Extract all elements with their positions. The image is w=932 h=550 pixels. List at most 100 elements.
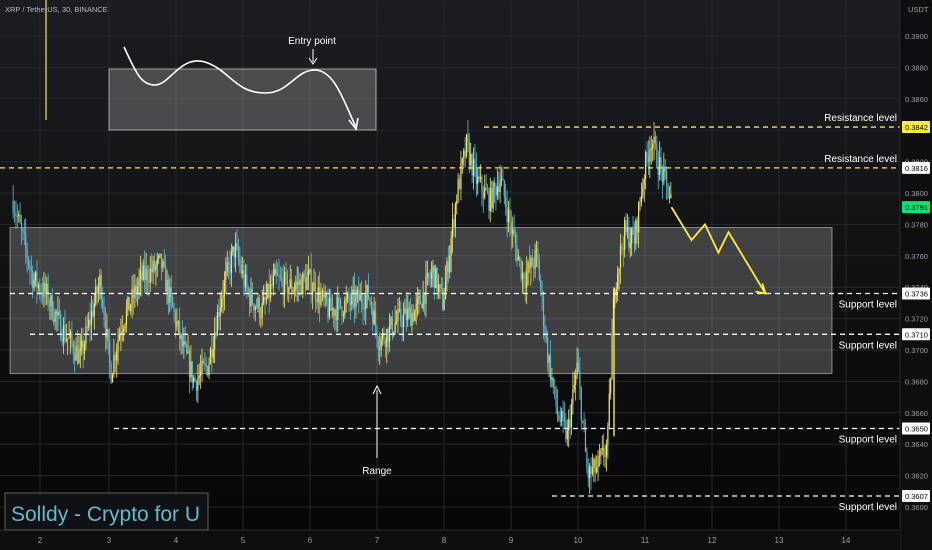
candle-body — [279, 276, 282, 278]
candle-body — [461, 158, 463, 164]
candle-body — [233, 246, 235, 258]
candle-body — [165, 265, 167, 292]
candle-body — [509, 209, 511, 223]
candle-body — [498, 186, 500, 193]
candle-body — [488, 191, 490, 212]
candle-body — [352, 289, 354, 293]
candle-body — [330, 298, 332, 311]
candle-body — [447, 261, 449, 273]
candle-body — [363, 309, 365, 310]
candle-body — [524, 286, 526, 288]
candle-body — [202, 360, 205, 364]
candle-body — [229, 264, 231, 274]
candle-body — [472, 158, 475, 176]
candle-body — [408, 307, 410, 310]
candle — [128, 296, 130, 311]
candle-body — [566, 430, 568, 440]
chart-stage: Entry point Resistance level Resistance le… — [0, 0, 932, 550]
candle-body — [151, 268, 153, 273]
candle-body — [197, 378, 199, 391]
candle-body — [256, 306, 258, 308]
candle-body — [502, 178, 504, 181]
candle-body — [338, 297, 340, 299]
candle-body — [388, 324, 391, 342]
candle-body — [481, 176, 483, 192]
candle-body — [20, 222, 23, 229]
candle-body — [82, 340, 84, 354]
candle-body — [597, 456, 599, 468]
candle-body — [36, 271, 38, 288]
time-tick-label: 2 — [38, 536, 43, 545]
candle-body — [485, 187, 487, 191]
candle-body — [155, 265, 157, 271]
candle-body — [565, 421, 567, 440]
candle-body — [53, 318, 55, 323]
candle-body — [586, 451, 588, 469]
candle-body — [450, 237, 452, 256]
candle-body — [25, 233, 27, 248]
candle-body — [542, 295, 545, 326]
candle-body — [62, 325, 65, 343]
candle-body — [639, 201, 641, 203]
candle-body — [71, 332, 73, 344]
candle — [667, 183, 669, 200]
candle-body — [656, 142, 658, 168]
candle-body — [33, 280, 35, 289]
candle-body — [477, 176, 479, 184]
candle-body — [535, 249, 538, 251]
price-tick-label: 0.3800 — [905, 189, 928, 198]
candle-body — [495, 186, 497, 196]
candle-body — [268, 283, 270, 298]
candle-body — [437, 284, 440, 292]
candle-body — [667, 183, 669, 199]
candle-body — [298, 281, 300, 286]
candle — [414, 309, 416, 322]
price-tag-label: 0.3791 — [905, 203, 928, 212]
candle-body — [327, 303, 329, 318]
candle-body — [369, 298, 371, 302]
candle-body — [526, 272, 528, 288]
candle-body — [645, 152, 647, 179]
candle-body — [162, 261, 164, 269]
candle-body — [425, 276, 427, 304]
candle-body — [370, 301, 372, 309]
candle-body — [646, 152, 648, 157]
price-chart[interactable]: Entry point Resistance level Resistance le… — [0, 0, 932, 550]
candle-body — [263, 296, 265, 304]
candle — [465, 133, 468, 159]
candle-body — [223, 279, 226, 296]
candle-body — [111, 374, 114, 383]
candle-body — [97, 286, 100, 294]
candle-body — [310, 269, 312, 295]
price-tick-label: 0.3780 — [905, 220, 928, 229]
candle-body — [562, 411, 564, 417]
candle-body — [344, 300, 346, 315]
price-tag-label: 0.3816 — [905, 164, 928, 173]
candle-body — [625, 220, 627, 232]
candle-body — [415, 303, 417, 311]
price-tick-label: 0.3760 — [905, 252, 928, 261]
candle-body — [186, 344, 188, 353]
candle-body — [121, 331, 123, 333]
candle-body — [103, 307, 105, 321]
candle-body — [96, 286, 98, 294]
price-axis-unit: USDT — [908, 5, 929, 14]
candle-body — [521, 273, 524, 280]
candle-body — [146, 269, 149, 282]
candle-body — [265, 297, 268, 300]
support-label-2: Support level — [839, 340, 897, 351]
price-tag: 0.3842 — [902, 121, 930, 134]
candle-body — [500, 178, 503, 181]
symbol-header: XRP / TetherUS, 30, BINANCE — [5, 5, 108, 14]
candle-body — [89, 319, 91, 325]
candle-body — [207, 366, 209, 376]
resistance-label-1: Resistance level — [824, 113, 897, 124]
candle-body — [577, 362, 580, 372]
time-axis-panel — [0, 530, 900, 550]
candle-body — [270, 284, 272, 298]
candle-body — [449, 255, 451, 273]
candle-body — [339, 298, 342, 308]
candle-body — [226, 262, 228, 272]
candle-body — [195, 381, 198, 391]
candle-body — [394, 322, 396, 332]
